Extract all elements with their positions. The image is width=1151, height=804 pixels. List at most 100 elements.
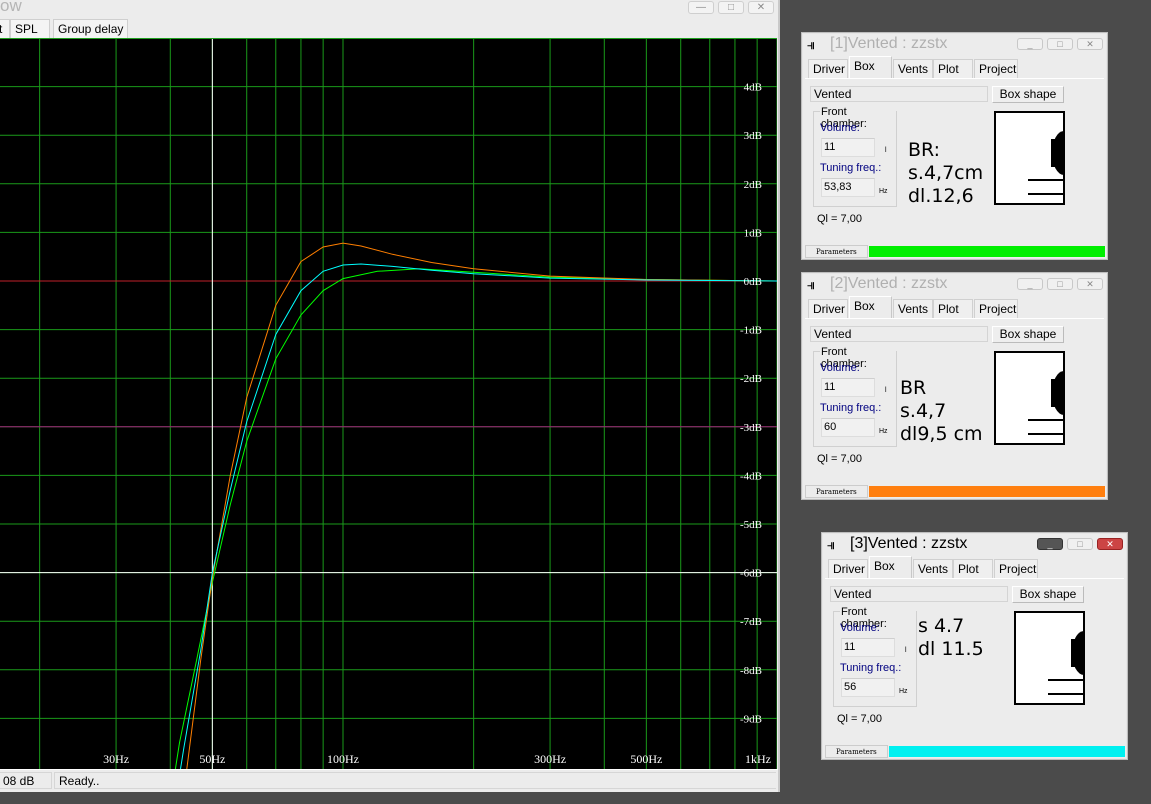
y-tick-label: -8dB [740,665,762,677]
series-color-bar [869,246,1105,257]
minimize-button[interactable]: — [688,1,714,14]
tuning-label: Tuning freq.: [820,402,882,414]
minimize-button[interactable]: _ [1017,278,1043,290]
y-tick-label: -3dB [740,422,762,434]
note-text: s 4.7 dl 11.5 [918,615,984,660]
tab-plot[interactable]: Plot [933,59,973,78]
tab-plot[interactable]: Plot [933,299,973,318]
close-button[interactable]: ✕ [1077,38,1103,50]
x-tick-label: 100Hz [327,752,359,766]
x-tick-label: 500Hz [630,752,662,766]
app-icon: ⫣ [807,37,815,52]
tab-box[interactable]: Box [849,56,892,78]
ql-value: Ql = 7,00 [837,713,882,725]
y-tick-label: -5dB [740,519,762,531]
tuning-input[interactable]: 53,83 [821,178,875,197]
y-tick-label: 1dB [744,227,762,239]
tuning-label: Tuning freq.: [840,662,902,674]
tab-box[interactable]: Box [869,556,912,578]
tab-vents[interactable]: Vents [893,299,933,318]
tab-group-delay[interactable]: Group delay [53,19,129,39]
box-window-1: ⫣ [1]Vented : zzstx _ □ ✕ Driver Box Vents… [801,32,1108,260]
volume-label: Volume: [820,362,860,374]
volume-input[interactable]: 11 [821,378,875,397]
status-bar: 08 dB Ready.. [0,769,778,790]
window-status-bar: Parameters [805,245,1105,258]
y-tick-label: -9dB [740,713,762,725]
x-tick-label: 50Hz [199,752,225,766]
y-tick-label: -1dB [740,325,762,337]
box-shape-diagram [1014,611,1085,705]
box-shape-diagram [994,111,1065,205]
tab-project[interactable]: Project [994,559,1038,578]
volume-input[interactable]: 11 [821,138,875,157]
y-tick-label: -4dB [740,470,762,482]
tab-project[interactable]: Project [974,59,1018,78]
series-line-1 [174,268,777,769]
volume-unit: l [885,147,887,154]
volume-input[interactable]: 11 [841,638,895,657]
window-status-bar: Parameters [825,745,1125,758]
box-type-field[interactable]: Vented [810,326,988,342]
maximize-button[interactable]: □ [718,1,744,14]
status-message: Ready.. [54,772,776,789]
close-button[interactable]: ✕ [748,1,774,14]
plot-window: ow — □ ✕ t SPL Group delay 4dB 3dB 2dB 1dB 0… [0,0,780,792]
tab-plot[interactable]: Plot [953,559,993,578]
y-tick-label: -6dB [740,568,762,580]
maximize-button[interactable]: □ [1047,278,1073,290]
app-icon: ⫣ [827,537,835,552]
parameters-label: Parameters [805,245,868,258]
box-type-field[interactable]: Vented [810,86,988,102]
volume-label: Volume: [840,622,880,634]
window-title: [3]Vented : zzstx [850,535,968,552]
minimize-button[interactable]: _ [1017,38,1043,50]
y-tick-label: 3dB [744,130,762,142]
x-tick-label: 1kHz [745,752,771,766]
close-button[interactable]: ✕ [1077,278,1103,290]
tab-partial[interactable]: t [0,19,10,39]
tab-driver[interactable]: Driver [808,59,848,78]
box-shape-button[interactable]: Box shape [1012,586,1084,603]
volume-unit: l [905,647,907,654]
minimize-button[interactable]: _ [1037,538,1063,550]
speaker-box-icon [1028,131,1063,195]
tab-box[interactable]: Box [849,296,892,318]
window-title: [1]Vented : zzstx [830,35,948,52]
speaker-box-icon [1048,631,1083,695]
tab-driver[interactable]: Driver [808,299,848,318]
tab-project[interactable]: Project [974,299,1018,318]
x-tick-label: 300Hz [534,752,566,766]
tab-vents[interactable]: Vents [913,559,953,578]
tab-vents[interactable]: Vents [893,59,933,78]
maximize-button[interactable]: □ [1047,38,1073,50]
ql-value: Ql = 7,00 [817,213,862,225]
y-tick-label: -2dB [740,373,762,385]
note-text: BR s.4,7 dl9,5 cm [900,377,983,445]
tuning-input[interactable]: 60 [821,418,875,437]
x-tick-label: 30Hz [103,752,129,766]
box-shape-button[interactable]: Box shape [992,86,1064,103]
box-window-2: ⫣ [2]Vented : zzstx _ □ ✕ Driver Box Vents… [801,272,1108,500]
tab-spl[interactable]: SPL [10,19,50,39]
app-icon: ⫣ [807,277,815,292]
box-window-3: ⫣ [3]Vented : zzstx _ □ ✕ Driver Box Vents… [821,532,1128,760]
window-status-bar: Parameters [805,485,1105,498]
tuning-input[interactable]: 56 [841,678,895,697]
box-shape-button[interactable]: Box shape [992,326,1064,343]
window-title: [2]Vented : zzstx [830,275,948,292]
tuning-unit: Hz [879,428,888,435]
spl-chart: 4dB 3dB 2dB 1dB 0dB -1dB -2dB -3dB -4dB -5dB -6dB -… [0,39,777,769]
note-text: BR: s.4,7cm dl.12,6 [908,139,984,207]
ql-value: Ql = 7,00 [817,453,862,465]
series-color-bar [869,486,1105,497]
maximize-button[interactable]: □ [1067,538,1093,550]
tab-driver[interactable]: Driver [828,559,868,578]
box-type-field[interactable]: Vented [830,586,1008,602]
series-color-bar [889,746,1125,757]
tuning-label: Tuning freq.: [820,162,882,174]
close-button[interactable]: ✕ [1097,538,1123,550]
y-tick-label: 2dB [744,179,762,191]
spl-plot[interactable]: 4dB 3dB 2dB 1dB 0dB -1dB -2dB -3dB -4dB -5dB -6dB -… [0,38,777,769]
tuning-unit: Hz [899,688,908,695]
